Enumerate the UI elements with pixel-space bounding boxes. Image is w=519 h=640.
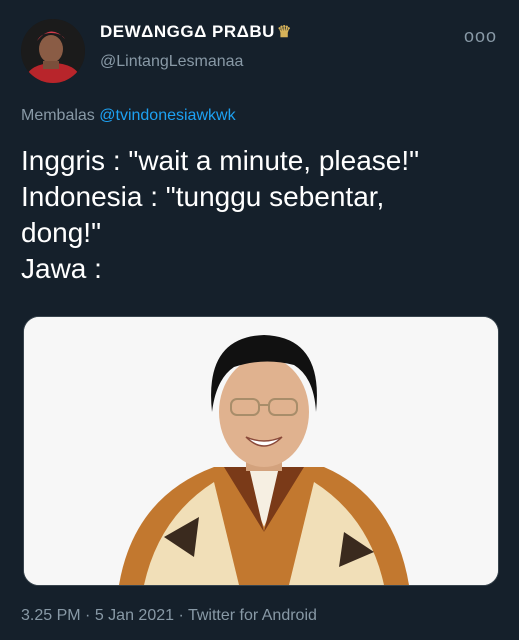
replying-to: Membalas @tvindonesiawkwk — [21, 107, 236, 125]
tweet-image[interactable] — [23, 316, 499, 586]
crown-icon: ♛ — [276, 24, 292, 41]
user-handle[interactable]: @LintangLesmanaa — [100, 53, 243, 71]
display-name-text: DEWΔNGGΔ PRΔBU — [100, 22, 275, 41]
tweet-line: Indonesia : "tunggu sebentar, — [21, 181, 385, 212]
avatar[interactable] — [21, 19, 85, 83]
display-name[interactable]: DEWΔNGGΔ PRΔBU ♛ — [100, 22, 292, 42]
mention-link[interactable]: @tvindonesiawkwk — [99, 107, 235, 124]
tweet-time[interactable]: 3.25 PM — [21, 607, 81, 624]
tweet-source[interactable]: Twitter for Android — [188, 607, 317, 624]
separator: · — [178, 607, 184, 624]
tweet-meta: 3.25 PM · 5 Jan 2021 · Twitter for Andro… — [21, 607, 317, 625]
tweet-line: Jawa : — [21, 253, 102, 284]
tweet-line: dong!" — [21, 217, 102, 248]
replying-prefix: Membalas — [21, 107, 95, 124]
tweet-text: Inggris : "wait a minute, please!" Indon… — [21, 143, 491, 287]
tweet-line: Inggris : "wait a minute, please!" — [21, 145, 420, 176]
tweet-date[interactable]: 5 Jan 2021 — [95, 607, 174, 624]
separator: · — [85, 607, 91, 624]
more-options-icon[interactable]: ooo — [464, 26, 497, 47]
